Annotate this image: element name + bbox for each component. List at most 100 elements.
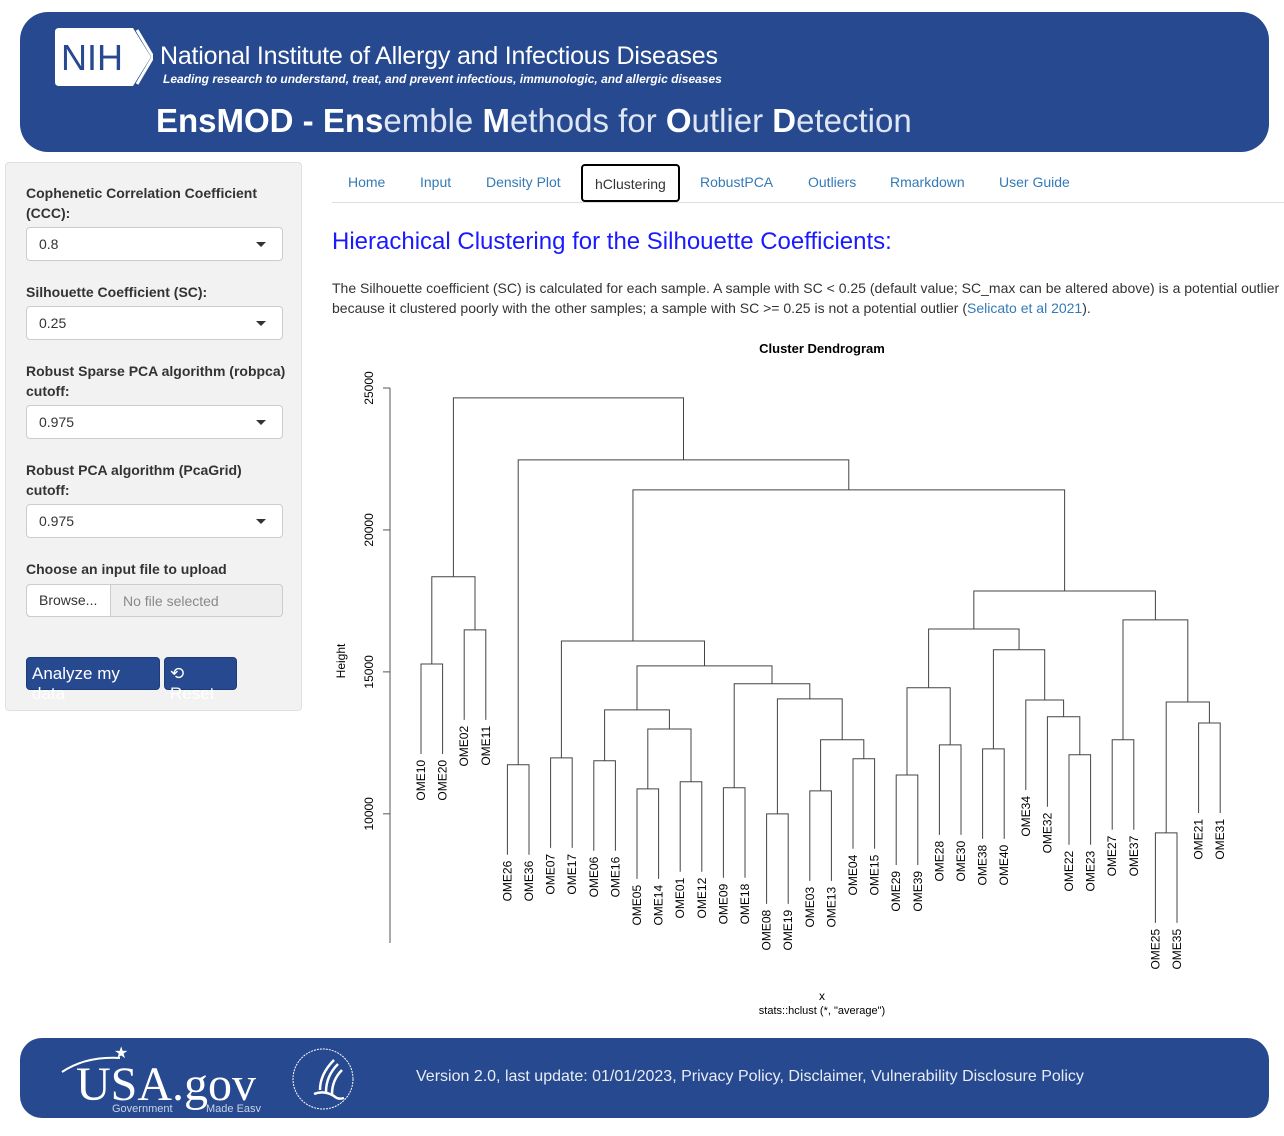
dendrogram-link-a2 (463, 629, 487, 720)
dendrogram-link-e4 (1165, 701, 1210, 833)
footer-text: Version 2.0, last update: 01/01/2023, Pr… (416, 1068, 1084, 1085)
dendrogram-link-c8 (766, 813, 789, 904)
pcagrid-label: Robust PCA algorithm (PcaGrid) cutoff: (26, 462, 242, 498)
leaf-label-ome37: OME37 (1127, 835, 1141, 876)
sc-label: Silhouette Coefficient (SC): (26, 284, 208, 300)
tab-robustpca[interactable]: RobustPCA (700, 163, 773, 203)
chevron-down-icon (256, 420, 266, 425)
ccc-label: Cophenetic Correlation Coefficient (CCC)… (26, 185, 258, 221)
y-axis: 10000 15000 20000 25000 (362, 371, 391, 943)
browse-button[interactable]: Browse... (27, 585, 111, 616)
dendrogram-link-g1 (632, 489, 1066, 641)
usa-gov-logo[interactable]: ★ USA.gov Government Made Easy (56, 1044, 276, 1112)
dendrogram-link-d9 (928, 628, 1020, 688)
dendrogram-link-c10 (852, 758, 876, 849)
reset-button[interactable]: ⟲ Reset (164, 657, 237, 703)
leaf-label-ome17: OME17 (565, 854, 579, 895)
hhs-logo[interactable] (290, 1046, 356, 1112)
tab-user-guide[interactable]: User Guide (999, 163, 1070, 203)
app-title-part: utlier (691, 102, 773, 139)
leaf-label-ome01: OME01 (673, 877, 687, 918)
tab-rmarkdown[interactable]: Rmarkdown (890, 163, 965, 203)
analyze-button[interactable]: Analyze my data (26, 657, 160, 703)
sc-select[interactable]: 0.25 (26, 306, 283, 340)
reset-button-label: Reset (170, 684, 215, 703)
leaf-label-ome18: OME18 (738, 883, 752, 924)
dendrogram-link-d2 (938, 744, 962, 835)
dendrogram-link-c14 (636, 665, 773, 710)
leaf-label-ome22: OME22 (1062, 850, 1076, 891)
leaf-label-ome40: OME40 (997, 845, 1011, 886)
leaf-label-ome31: OME31 (1213, 819, 1227, 860)
app-title-part: EnsMOD - (156, 102, 323, 139)
robpca-select[interactable]: 0.975 (26, 405, 283, 439)
tab-hclustering[interactable]: hClustering (581, 164, 680, 202)
x-axis-sublabel: stats::hclust (*, "average") (759, 1005, 885, 1017)
dendrogram-link-d6 (1046, 716, 1081, 807)
ccc-select[interactable]: 0.8 (26, 227, 283, 261)
app-title-part: ethods for (509, 102, 666, 139)
dendrogram-link-c13 (733, 683, 811, 788)
description-text: The Silhouette coefficient (SC) is calcu… (332, 280, 1280, 316)
leaf-label-ome30: OME30 (954, 841, 968, 882)
tab-input[interactable]: Input (420, 163, 451, 203)
undo-icon: ⟲ (170, 664, 185, 683)
tab-density-plot[interactable]: Density Plot (486, 163, 561, 203)
leaf-label-ome07: OME07 (544, 854, 558, 895)
dendrogram-link-e3 (1198, 722, 1221, 813)
dendrogram-link-d7 (1025, 699, 1065, 790)
dendrogram-link-d3 (906, 687, 951, 775)
dendrogram-link-c5 (647, 728, 692, 789)
y-tick-label: 25000 (362, 371, 376, 405)
app-title-part: D (772, 102, 797, 139)
vulnerability-disclosure-link[interactable]: Vulnerability Disclosure Policy (871, 1068, 1084, 1085)
dendrogram-links (420, 397, 1221, 923)
leaf-label-ome06: OME06 (587, 856, 601, 897)
tab-bar: Home Input Density Plot hClustering Robu… (332, 163, 1284, 203)
dendrogram-link-c11 (820, 739, 865, 791)
app-title-part: etection (796, 102, 912, 139)
nih-logo[interactable]: NIH (55, 26, 153, 88)
pcagrid-select-value: 0.975 (39, 513, 75, 529)
dendrogram-link-e5 (1122, 619, 1189, 740)
ccc-select-value: 0.8 (39, 236, 59, 252)
leaf-label-ome19: OME19 (781, 910, 795, 951)
robpca-select-value: 0.975 (39, 414, 75, 430)
analyze-button-label: Analyze my data (32, 664, 120, 703)
leaf-label-ome25: OME25 (1148, 929, 1162, 970)
cluster-dendrogram: Cluster Dendrogram Height x stats::hclus… (334, 341, 1227, 1017)
leaf-label-ome36: OME36 (522, 860, 536, 901)
leaf-label-ome34: OME34 (1019, 796, 1033, 837)
dendrogram-link-e2 (1154, 832, 1178, 923)
dendrogram-link-f1 (973, 590, 1156, 630)
leaf-label-ome08: OME08 (760, 910, 774, 951)
leaf-label-ome29: OME29 (889, 871, 903, 912)
leaf-label-ome13: OME13 (824, 887, 838, 928)
nih-logo-text: NIH (61, 37, 123, 78)
leaf-label-ome15: OME15 (868, 854, 882, 895)
dendrogram-link-b1 (506, 764, 530, 855)
y-tick-label: 10000 (362, 797, 376, 831)
leaf-label-ome32: OME32 (1040, 812, 1054, 853)
chevron-down-icon (256, 519, 266, 524)
leaf-label-ome20: OME20 (436, 760, 450, 801)
site-header: NIH National Institute of Allergy and In… (20, 12, 1269, 152)
citation-link[interactable]: Selicato et al 2021 (967, 300, 1082, 316)
file-upload-input[interactable]: Browse... No file selected (26, 584, 283, 617)
dendrogram-link-c2 (593, 760, 616, 851)
dendrogram-link-c6 (604, 709, 670, 761)
institute-tagline: Leading research to understand, treat, a… (163, 72, 722, 86)
site-footer: ★ USA.gov Government Made Easy Version 2… (20, 1038, 1269, 1118)
privacy-policy-link[interactable]: Privacy Policy (681, 1068, 779, 1085)
dendrogram-link-d1 (895, 774, 919, 865)
pcagrid-select[interactable]: 0.975 (26, 504, 283, 538)
app-title-part: M (482, 102, 510, 139)
tab-home[interactable]: Home (348, 163, 385, 203)
svg-text:Government: Government (112, 1103, 173, 1112)
leaf-label-ome27: OME27 (1105, 835, 1119, 876)
leaf-label-ome03: OME03 (803, 887, 817, 928)
leaf-label-ome21: OME21 (1192, 819, 1206, 860)
disclaimer-link[interactable]: Disclaimer (788, 1068, 862, 1085)
dendrogram-link-a3 (431, 576, 476, 664)
tab-outliers[interactable]: Outliers (808, 163, 856, 203)
